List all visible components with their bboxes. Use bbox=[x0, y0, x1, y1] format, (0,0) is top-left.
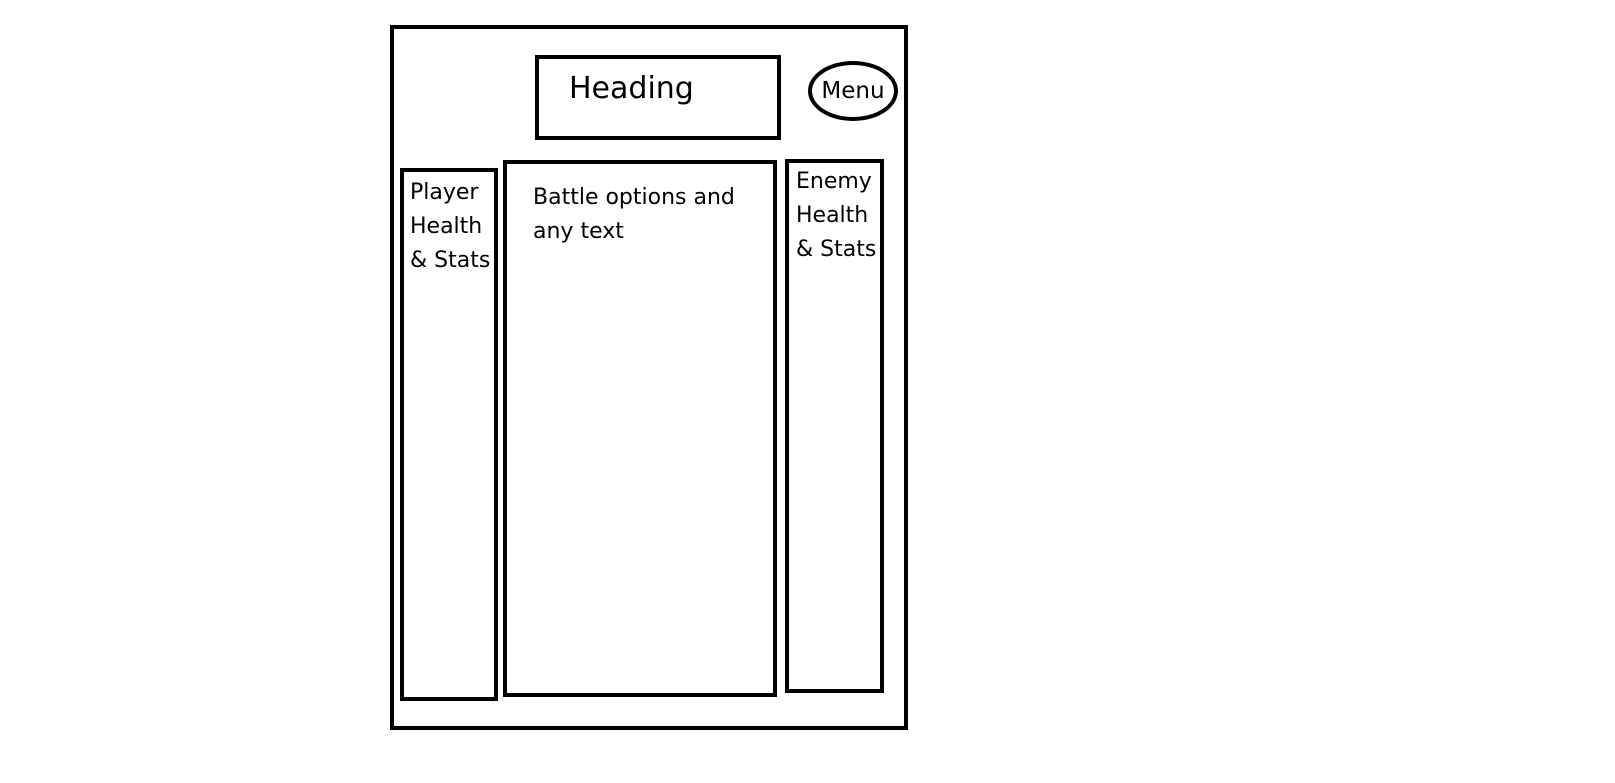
battle-options-label: Battle options and any text bbox=[533, 185, 735, 244]
player-stats-label: Player Health & Stats bbox=[410, 180, 491, 273]
menu-label: Menu bbox=[821, 78, 885, 104]
menu-button[interactable]: Menu bbox=[808, 61, 898, 121]
enemy-stats-panel: Enemy Health & Stats bbox=[785, 159, 884, 693]
heading-box: Heading bbox=[535, 55, 781, 140]
heading-text: Heading bbox=[569, 71, 694, 106]
player-stats-panel: Player Health & Stats bbox=[400, 168, 498, 701]
enemy-stats-label: Enemy Health & Stats bbox=[796, 169, 877, 262]
battle-options-panel[interactable]: Battle options and any text bbox=[503, 160, 777, 697]
